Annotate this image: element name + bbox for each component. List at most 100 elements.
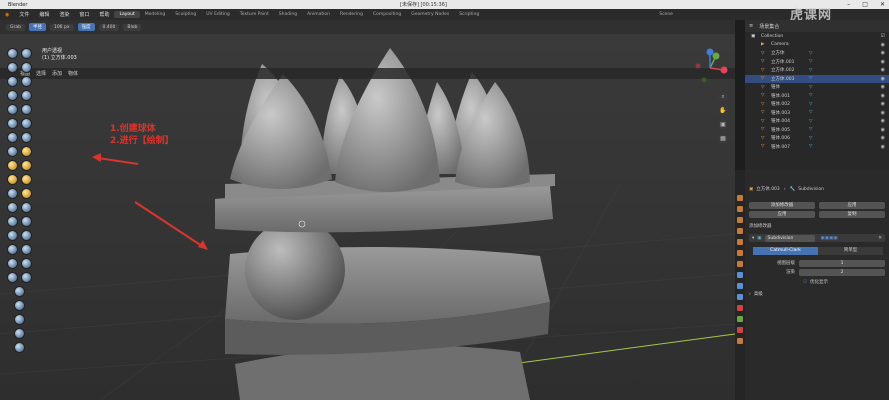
outliner-row-6[interactable]: ▽ 锥体.001 ▽ ◉ — [745, 92, 889, 101]
mask-by-color-icon[interactable] — [13, 286, 25, 297]
outliner-row-4[interactable]: ▽ 立方体.003 ▽ ◉ — [745, 74, 889, 83]
outliner-row-10[interactable]: ▽ 锥体.005 ▽ ◉ — [745, 126, 889, 135]
workspace-tab-geonodes[interactable]: Geometry Nodes — [406, 11, 454, 18]
checkbox-icon[interactable]: ☑ — [881, 33, 885, 39]
modifier-toggles-icon[interactable]: ▣▣▣▣ — [821, 236, 838, 241]
fill-brush-icon[interactable] — [6, 118, 18, 129]
constraints-tab-icon[interactable] — [737, 305, 743, 311]
move-tool-icon[interactable] — [13, 300, 25, 311]
box-mask-icon[interactable] — [6, 230, 18, 241]
box-trim-icon[interactable] — [6, 244, 18, 255]
strength-field[interactable]: 0.400 — [98, 23, 120, 31]
navigation-gizmo[interactable] — [690, 48, 730, 88]
outliner-row-11[interactable]: ▽ 锥体.006 ▽ ◉ — [745, 134, 889, 143]
modifier-close-icon[interactable]: ✕ — [878, 236, 882, 241]
render-tab-icon[interactable] — [737, 206, 743, 212]
eye-icon[interactable]: ◉ — [881, 84, 885, 90]
workspace-tab-modeling[interactable]: Modeling — [140, 11, 170, 18]
pinch-brush-icon[interactable] — [20, 132, 32, 143]
smooth-brush-icon[interactable] — [6, 104, 18, 115]
scene-selector[interactable]: Scene — [654, 11, 678, 18]
expand-chevron-icon[interactable]: › — [749, 292, 751, 297]
mesh-filter-icon[interactable] — [6, 258, 18, 269]
menu-object[interactable]: 物体 — [68, 70, 78, 77]
pan-hand-icon[interactable]: ✋ — [718, 106, 728, 116]
falloff-selector[interactable]: Blob — [123, 23, 142, 31]
outliner-row-9[interactable]: ▽ 锥体.004 ▽ ◉ — [745, 117, 889, 126]
minimize-icon[interactable]: – — [847, 1, 850, 8]
simplify-brush-icon[interactable] — [20, 202, 32, 213]
physics-tab-icon[interactable] — [737, 294, 743, 300]
advanced-section[interactable]: › 高级 — [749, 290, 885, 298]
boundary-brush-icon[interactable] — [20, 188, 32, 199]
eye-icon[interactable]: ◉ — [881, 127, 885, 133]
eye-icon[interactable]: ◉ — [881, 50, 885, 56]
pose-brush-icon[interactable] — [20, 160, 32, 171]
clay-brush-icon[interactable] — [6, 62, 18, 73]
workspace-tab-sculpting[interactable]: Sculpting — [170, 11, 201, 18]
brush-selector[interactable]: Grab — [6, 23, 25, 31]
eye-icon[interactable]: ◉ — [881, 144, 885, 150]
view-layer-tab-icon[interactable] — [737, 228, 743, 234]
outliner-row-0[interactable]: ▶ Camera ◉ — [745, 41, 889, 50]
tab-simple[interactable]: 简单型 — [818, 247, 883, 255]
apply-all-button[interactable]: 应用 — [749, 210, 815, 218]
workspace-tab-compositing[interactable]: Compositing — [368, 11, 406, 18]
multiplane-scrape-icon[interactable] — [6, 132, 18, 143]
menu-select[interactable]: 选择 — [36, 70, 46, 77]
line-project-icon[interactable] — [20, 244, 32, 255]
maximize-icon[interactable]: □ — [862, 1, 868, 8]
outliner-filter-icon[interactable]: ≡ — [749, 23, 753, 29]
eye-icon[interactable]: ◉ — [881, 93, 885, 99]
clay-strips-brush-icon[interactable] — [20, 62, 32, 73]
draw-face-sets-icon[interactable] — [20, 216, 32, 227]
object-tab-icon[interactable] — [737, 261, 743, 267]
eye-icon[interactable]: ◉ — [881, 118, 885, 124]
workspace-tab-texture[interactable]: Texture Paint — [235, 11, 274, 18]
flatten-brush-icon[interactable] — [20, 104, 32, 115]
3d-viewport[interactable]: 视图 选择 添加 物体 — [0, 34, 735, 400]
outliner-row-8[interactable]: ▽ 锥体.003 ▽ ◉ — [745, 109, 889, 118]
layer-brush-icon[interactable] — [6, 76, 18, 87]
outliner-row-5[interactable]: ▽ 锥体 ▽ ◉ — [745, 83, 889, 92]
workspace-tab-uv[interactable]: UV Editing — [201, 11, 234, 18]
apply-button[interactable]: 应用 — [819, 201, 885, 209]
output-tab-icon[interactable] — [737, 217, 743, 223]
add-modifier-button[interactable]: 添加修改器 — [749, 201, 815, 209]
menu-window[interactable]: 窗口 — [74, 11, 94, 18]
scrape-brush-icon[interactable] — [20, 118, 32, 129]
tool-tab-icon[interactable] — [737, 195, 743, 201]
perspective-toggle-icon[interactable]: ▦ — [718, 134, 728, 144]
zoom-icon[interactable]: ⌕ — [718, 92, 728, 102]
close-icon[interactable]: ✕ — [880, 1, 885, 8]
scene-tab-icon[interactable] — [737, 239, 743, 245]
outliner-row-1[interactable]: ▽ 立方体 ▽ ◉ — [745, 49, 889, 58]
render-levels-field[interactable]: 2 — [799, 268, 885, 276]
eye-icon[interactable]: ◉ — [881, 135, 885, 141]
transform-tool-icon[interactable] — [13, 342, 25, 353]
menu-render[interactable]: 渲染 — [54, 11, 74, 18]
data-tab-icon[interactable] — [737, 316, 743, 322]
menu-add[interactable]: 添加 — [52, 70, 62, 77]
draw-brush-icon[interactable] — [6, 48, 18, 59]
eye-icon[interactable]: ◉ — [881, 110, 885, 116]
draw-sharp-brush-icon[interactable] — [20, 48, 32, 59]
eye-icon[interactable]: ◉ — [881, 101, 885, 107]
world-tab-icon[interactable] — [737, 250, 743, 256]
outliner-row-2[interactable]: ▽ 立方体.001 ▽ ◉ — [745, 58, 889, 67]
radius-field[interactable]: 106 px — [49, 23, 74, 31]
cloth-filter-icon[interactable] — [20, 258, 32, 269]
outliner-row-7[interactable]: ▽ 锥体.002 ▽ ◉ — [745, 100, 889, 109]
add-modifier-section[interactable]: 添加修改器 — [749, 222, 885, 230]
mask-brush-icon[interactable] — [6, 216, 18, 227]
collection-row[interactable]: ▣ Collection ☑ — [745, 32, 889, 41]
inflate-brush-icon[interactable] — [20, 76, 32, 87]
levels-viewport-field[interactable]: 1 — [799, 259, 885, 267]
box-face-set-icon[interactable] — [20, 230, 32, 241]
snake-hook-brush-icon[interactable] — [20, 146, 32, 157]
tab-catmull-clark[interactable]: Catmull-Clark — [753, 247, 818, 255]
checkbox-checked-icon[interactable]: ☑ — [803, 280, 807, 285]
blob-brush-icon[interactable] — [6, 90, 18, 101]
menu-file[interactable]: 文件 — [14, 11, 34, 18]
workspace-tab-shading[interactable]: Shading — [274, 11, 302, 18]
